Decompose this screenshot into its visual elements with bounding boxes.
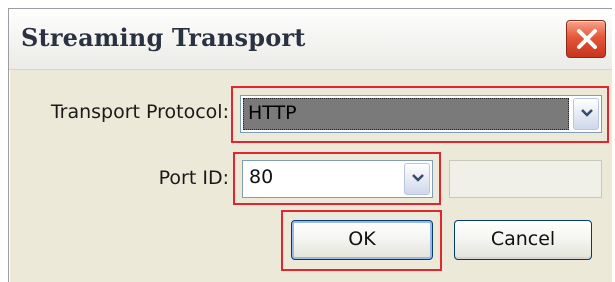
transport-protocol-dropdown-button[interactable]	[573, 98, 599, 130]
transport-protocol-value: HTTP	[243, 98, 569, 130]
ok-button[interactable]: OK	[291, 220, 433, 260]
port-id-extra-field	[449, 160, 602, 198]
port-id-value: 80	[249, 166, 274, 188]
close-icon	[577, 29, 597, 49]
port-id-label: Port ID:	[158, 167, 229, 189]
port-id-dropdown[interactable]: 80	[242, 160, 433, 198]
chevron-down-icon	[581, 109, 593, 117]
close-button[interactable]	[566, 20, 606, 58]
dialog-title: Streaming Transport	[21, 23, 306, 52]
transport-protocol-dropdown[interactable]: HTTP	[240, 95, 602, 133]
transport-protocol-label: Transport Protocol:	[50, 101, 229, 123]
dialog-window: Streaming Transport Transport Protocol: …	[8, 8, 612, 282]
port-id-dropdown-button[interactable]	[404, 163, 430, 195]
cancel-button[interactable]: Cancel	[454, 220, 592, 260]
title-bar[interactable]: Streaming Transport	[9, 9, 612, 70]
chevron-down-icon	[412, 174, 424, 182]
